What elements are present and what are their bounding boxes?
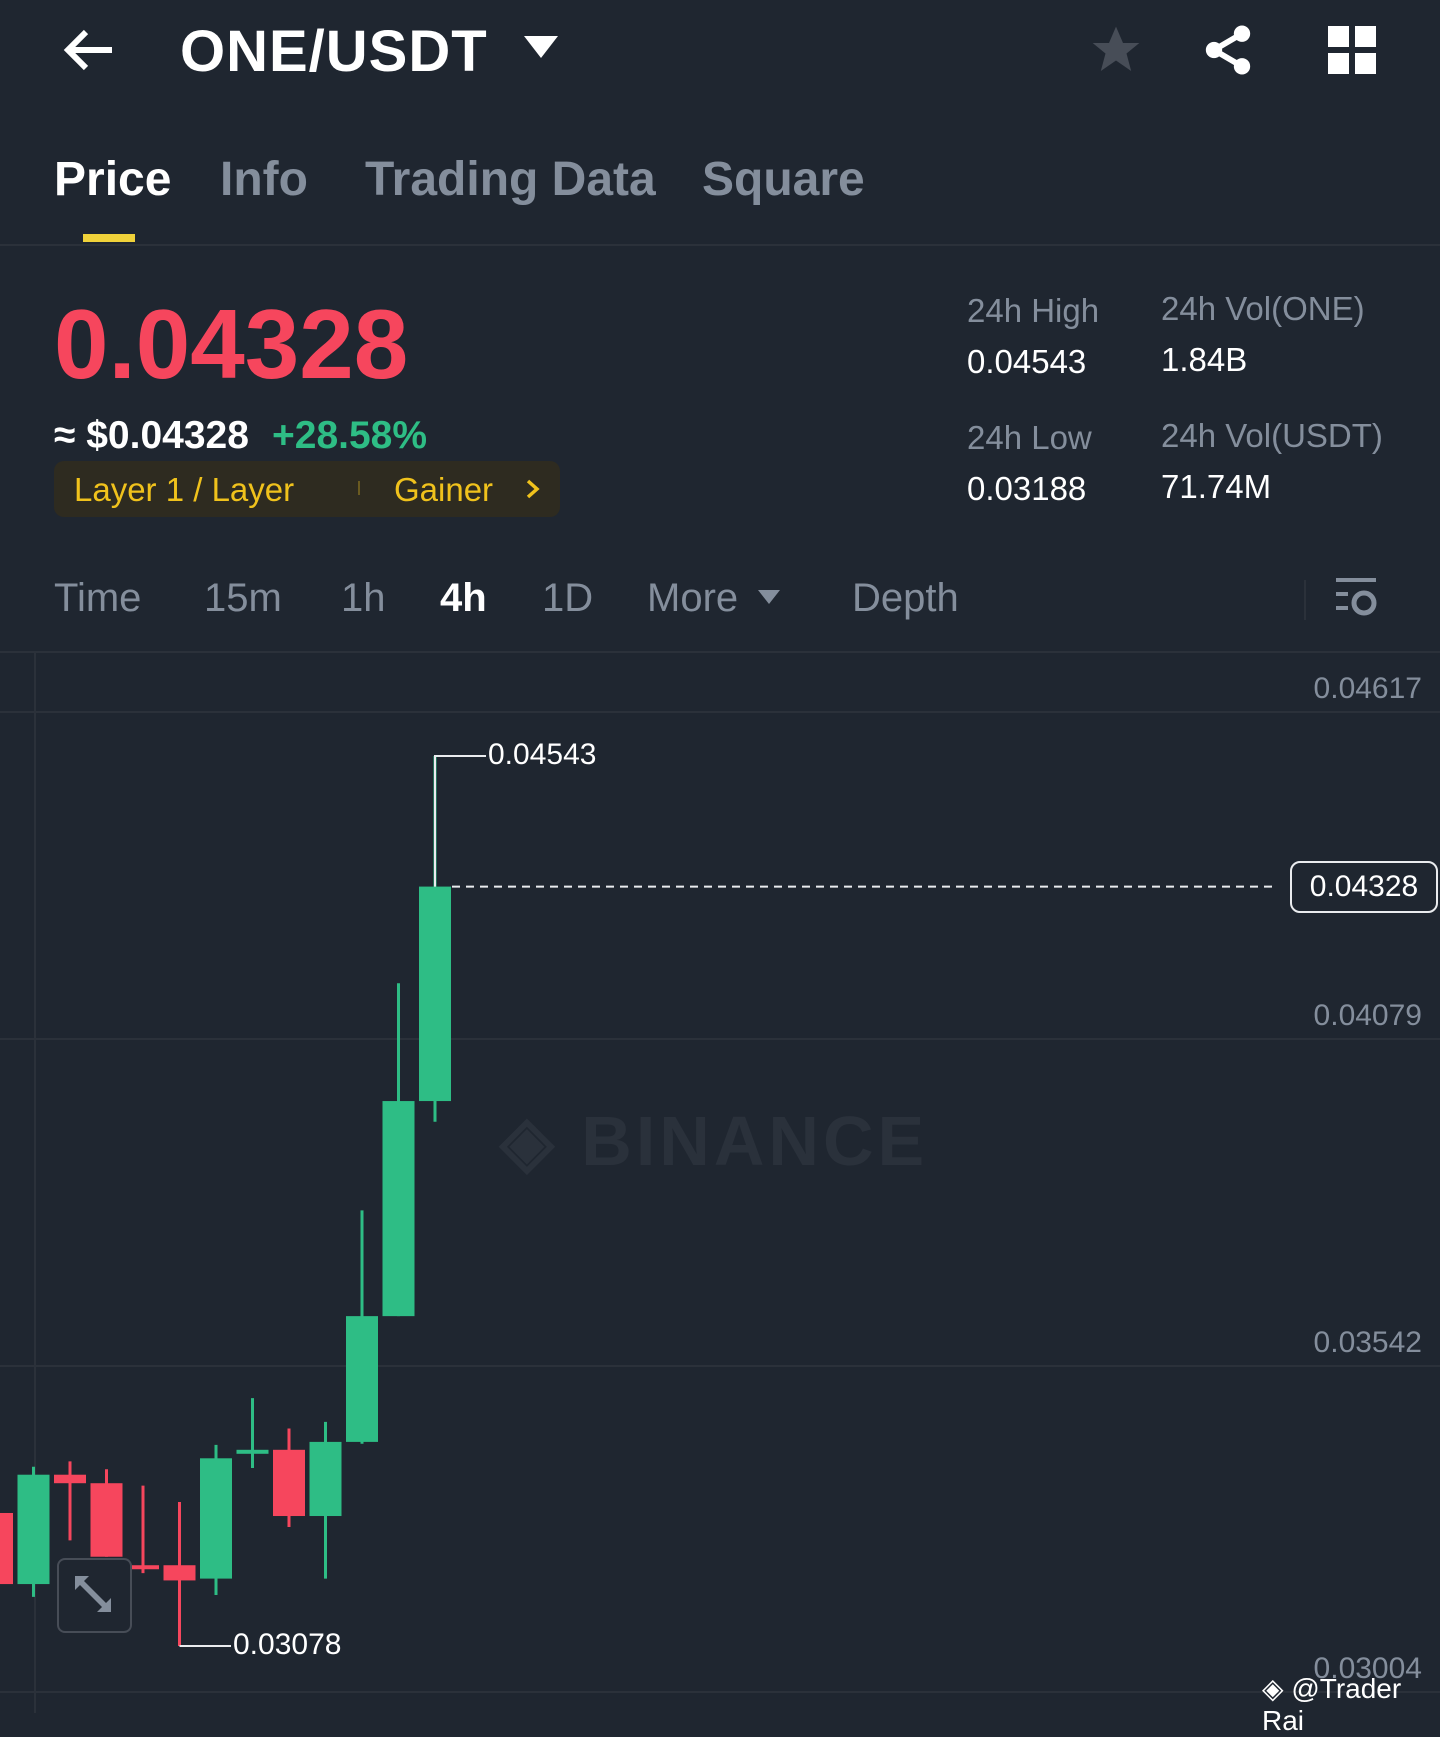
candle-body (273, 1449, 305, 1517)
candle-body (90, 1483, 123, 1557)
candle-body (382, 1101, 415, 1317)
candle-body (236, 1449, 269, 1454)
candle-body (54, 1474, 86, 1484)
candle-body (309, 1441, 342, 1517)
expand-chart-button[interactable] (57, 1558, 132, 1633)
candle-body (0, 1512, 13, 1585)
candlestick-chart[interactable] (0, 0, 1440, 1713)
current-price-label: 0.04328 (1290, 861, 1438, 913)
candle-body (200, 1458, 232, 1579)
credit: ◈ @Trader Rai (1262, 1672, 1440, 1737)
candle-body (419, 886, 451, 1102)
high-marker-line (434, 754, 486, 887)
candle-body (346, 1316, 378, 1442)
expand-icon (75, 1576, 111, 1612)
candle-body (17, 1474, 50, 1585)
high-marker-label: 0.04543 (488, 738, 597, 771)
binance-logo-icon: ◈ (1262, 1673, 1284, 1704)
low-marker-label: 0.03078 (233, 1628, 342, 1661)
candle-body (163, 1565, 196, 1581)
